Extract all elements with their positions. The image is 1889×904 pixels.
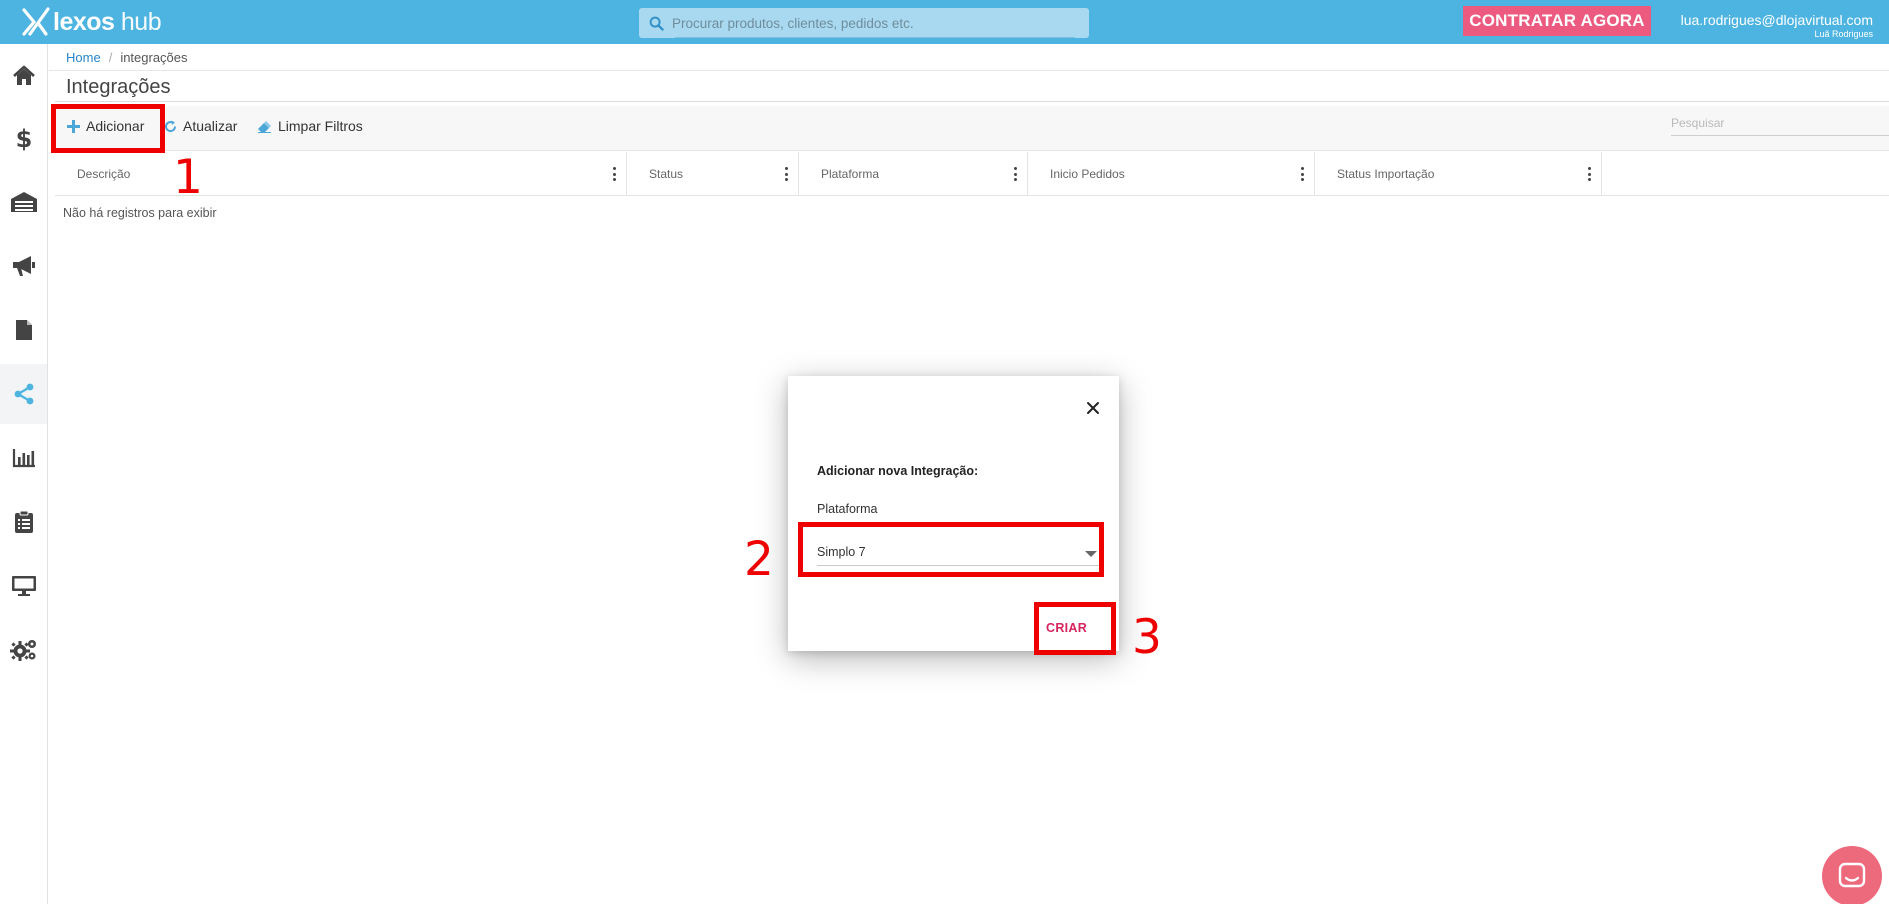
- megaphone-icon: [12, 256, 35, 276]
- monitor-icon: [11, 576, 36, 596]
- divider: [55, 101, 1889, 102]
- warehouse-icon: [10, 192, 37, 212]
- toolbar: Adicionar Atualizar Limpar Filtros: [55, 106, 1889, 151]
- share-icon: [14, 383, 33, 405]
- search-icon: [649, 16, 664, 31]
- search-underline: [675, 37, 1075, 38]
- logo-text-bold: lexos: [53, 7, 115, 36]
- sidebar: $: [0, 44, 48, 904]
- annotation-box-add: [51, 104, 165, 153]
- column-header-descricao[interactable]: Descrição: [55, 152, 627, 196]
- sidebar-item-home[interactable]: [0, 46, 47, 106]
- divider: [49, 70, 1889, 71]
- refresh-button-label: Atualizar: [183, 118, 238, 134]
- global-search-input[interactable]: [672, 15, 1072, 31]
- column-header-label: Status Importação: [1337, 167, 1435, 181]
- user-menu[interactable]: lua.rodrigues@dlojavirtual.com Luã Rodri…: [1681, 12, 1873, 41]
- global-search: [639, 8, 1089, 38]
- clipboard-icon: [14, 510, 33, 533]
- breadcrumb-current: integrações: [120, 50, 188, 65]
- column-menu-icon[interactable]: [785, 167, 788, 181]
- table-search: [1671, 114, 1889, 136]
- column-header-plataforma[interactable]: Plataforma: [799, 152, 1028, 196]
- logo[interactable]: lexos hub: [20, 6, 162, 38]
- user-name: Luã Rodrigues: [1814, 29, 1873, 39]
- annotation-box-platform: [798, 522, 1104, 577]
- sidebar-item-store[interactable]: [0, 556, 47, 616]
- dollar-icon: $: [16, 125, 32, 151]
- home-icon: [12, 65, 35, 85]
- sidebar-item-documents[interactable]: [0, 300, 47, 360]
- modal-title: Adicionar nova Integração:: [817, 464, 979, 478]
- column-header-label: Descrição: [77, 167, 131, 181]
- contratar-agora-button[interactable]: CONTRATAR AGORA: [1463, 6, 1651, 36]
- sidebar-item-financial[interactable]: $: [0, 108, 47, 168]
- logo-text-light: hub: [120, 7, 162, 36]
- logo-text: lexos hub: [53, 7, 162, 37]
- sidebar-item-marketing[interactable]: [0, 236, 47, 296]
- breadcrumb-separator: /: [108, 50, 113, 65]
- sidebar-item-warehouse[interactable]: [0, 172, 47, 232]
- chat-launcher[interactable]: [1822, 846, 1882, 904]
- document-icon: [15, 320, 32, 340]
- column-header-status[interactable]: Status: [627, 152, 799, 196]
- user-email: lua.rodrigues@dlojavirtual.com: [1680, 12, 1873, 28]
- breadcrumb: Home / integrações: [66, 50, 188, 65]
- logo-x-icon: [22, 7, 50, 36]
- top-bar: lexos hub CONTRATAR AGORA lua.rodrigues@…: [0, 0, 1889, 44]
- breadcrumb-home[interactable]: Home: [66, 50, 101, 65]
- svg-text:$: $: [16, 125, 32, 151]
- column-menu-icon[interactable]: [1014, 167, 1017, 181]
- column-header-label: Inicio Pedidos: [1050, 167, 1125, 181]
- table-header: Descrição Status Plataforma Inicio Pedid…: [55, 152, 1889, 196]
- sidebar-item-settings[interactable]: [0, 620, 47, 680]
- gears-icon: [9, 640, 36, 661]
- column-menu-icon[interactable]: [1588, 167, 1591, 181]
- app-root: lexos hub CONTRATAR AGORA lua.rodrigues@…: [0, 0, 1889, 904]
- annotation-number-2: 2: [744, 532, 774, 587]
- column-header-status-importacao[interactable]: Status Importação: [1315, 152, 1602, 196]
- sidebar-item-reports[interactable]: [0, 428, 47, 488]
- page-title: Integrações: [66, 76, 171, 98]
- close-icon[interactable]: [1085, 400, 1101, 416]
- refresh-icon: [165, 120, 177, 132]
- column-header-inicio-pedidos[interactable]: Inicio Pedidos: [1028, 152, 1315, 196]
- column-menu-icon[interactable]: [613, 167, 616, 181]
- column-header-label: Status: [649, 167, 684, 181]
- clear-filters-button-label: Limpar Filtros: [278, 118, 363, 134]
- sidebar-item-integrations[interactable]: [0, 364, 47, 424]
- table-search-input[interactable]: [1671, 116, 1889, 130]
- column-header-label: Plataforma: [821, 167, 880, 181]
- platform-label: Plataforma: [817, 502, 878, 516]
- sidebar-item-orders[interactable]: [0, 492, 47, 552]
- column-menu-icon[interactable]: [1301, 167, 1304, 181]
- annotation-box-create: [1034, 602, 1116, 655]
- eraser-icon: [258, 120, 271, 133]
- annotation-number-1: 1: [173, 150, 203, 205]
- annotation-number-3: 3: [1132, 610, 1162, 665]
- refresh-button[interactable]: Atualizar: [164, 118, 237, 134]
- bar-chart-icon: [12, 449, 35, 468]
- clear-filters-button[interactable]: Limpar Filtros: [257, 118, 363, 134]
- chat-icon: [1838, 862, 1866, 888]
- table-empty-message: Não há registros para exibir: [63, 206, 217, 220]
